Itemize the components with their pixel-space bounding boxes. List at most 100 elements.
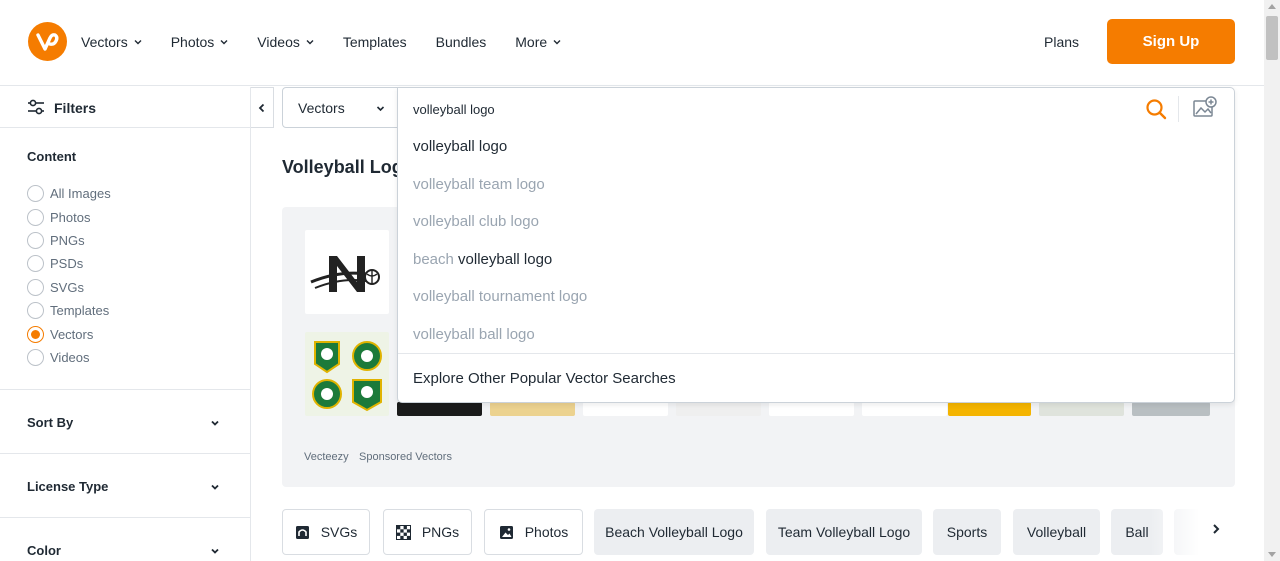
- radio-svgs[interactable]: SVGs: [27, 276, 111, 299]
- radio-button[interactable]: [27, 231, 44, 249]
- volleyball-badges-image: [312, 341, 382, 412]
- radio-button[interactable]: [27, 302, 44, 320]
- chip-svgs[interactable]: SVGs: [282, 509, 370, 555]
- chip-label: Volleyball: [1026, 524, 1087, 540]
- photo-icon: [499, 525, 513, 539]
- chip-label: Sports: [946, 524, 988, 540]
- image-search-icon[interactable]: [1193, 96, 1217, 118]
- sponsored-thumbnail[interactable]: [397, 402, 482, 416]
- content-filter-title: Content: [27, 149, 77, 164]
- scroll-down-arrow-icon[interactable]: [1268, 552, 1276, 557]
- collapse-sidebar-button[interactable]: [251, 87, 274, 128]
- radio-label: PNGs: [50, 232, 85, 248]
- nav-bundles[interactable]: Bundles: [436, 34, 487, 50]
- suggestion-match: volleyball logo: [458, 250, 553, 268]
- chevron-down-icon: [553, 40, 561, 45]
- radio-button[interactable]: [27, 208, 44, 226]
- sign-up-button[interactable]: Sign Up: [1107, 19, 1235, 64]
- radio-button[interactable]: [27, 255, 44, 273]
- radio-label: SVGs: [50, 279, 84, 295]
- nav-more[interactable]: More: [515, 34, 561, 50]
- license-type-section[interactable]: License Type: [0, 453, 251, 517]
- search-suggestion[interactable]: volleyball team logo: [413, 166, 587, 204]
- chip-pngs[interactable]: PNGs: [383, 509, 472, 555]
- sponsored-thumbnail[interactable]: [490, 402, 575, 416]
- sponsored-thumbnail[interactable]: [676, 402, 761, 416]
- sponsored-thumbnail[interactable]: [583, 402, 668, 416]
- radio-templates[interactable]: Templates: [27, 299, 111, 322]
- chip-label: Ball: [1125, 524, 1149, 540]
- suggestion-match: volleyball logo: [413, 138, 508, 156]
- sponsored-thumbnail[interactable]: [769, 402, 854, 416]
- sort-by-section[interactable]: Sort By: [0, 389, 251, 453]
- nav-label: Templates: [342, 34, 407, 50]
- nav-videos[interactable]: Videos: [257, 34, 314, 50]
- sponsored-thumbnail[interactable]: [305, 332, 389, 416]
- radio-videos[interactable]: Videos: [27, 346, 111, 369]
- nav-label: Videos: [257, 34, 300, 50]
- chevron-down-icon: [211, 548, 219, 554]
- nav-templates[interactable]: Templates: [343, 34, 407, 50]
- scroll-up-arrow-icon[interactable]: [1268, 4, 1276, 9]
- search-suggestion[interactable]: beach volleyball logo: [413, 241, 587, 279]
- chevron-right-icon[interactable]: [1211, 523, 1221, 535]
- chips-fade-overlay: [1150, 505, 1220, 561]
- suggestion-prefix: volleyball team logo: [413, 175, 545, 193]
- radio-button[interactable]: [27, 278, 44, 296]
- nav-vectors[interactable]: Vectors: [81, 34, 142, 50]
- scroll-thumb[interactable]: [1266, 16, 1278, 60]
- radio-all-images[interactable]: All Images: [27, 182, 111, 205]
- divider: [1178, 96, 1179, 122]
- suggestion-prefix: volleyball tournament logo: [413, 288, 588, 306]
- chevron-down-icon: [306, 40, 314, 45]
- chip-team-volleyball-logo[interactable]: Team Volleyball Logo: [766, 509, 922, 555]
- search-input[interactable]: volleyball logo: [413, 102, 495, 117]
- filters-header[interactable]: Filters: [0, 87, 251, 128]
- section-title: Sort By: [27, 415, 74, 430]
- chevron-down-icon: [211, 484, 219, 490]
- nav-label: Vectors: [81, 34, 128, 50]
- radio-button-checked[interactable]: [27, 325, 44, 343]
- chip-label: SVGs: [320, 524, 358, 540]
- sponsored-thumbnail[interactable]: [1039, 402, 1124, 416]
- vecteezy-logo-icon[interactable]: [28, 22, 67, 61]
- section-title: Color: [27, 543, 61, 558]
- radio-label: Vectors: [50, 326, 94, 342]
- svg-file-icon: [295, 525, 309, 539]
- sponsored-thumbnail[interactable]: [1132, 402, 1210, 416]
- sponsored-thumbnail[interactable]: [862, 402, 947, 416]
- chip-sports[interactable]: Sports: [933, 509, 1001, 555]
- color-section[interactable]: Color: [0, 517, 251, 561]
- filters-sidebar: Filters Content All Images Photos PNGs P…: [0, 87, 251, 561]
- filters-label: Filters: [54, 100, 97, 116]
- search-suggestion[interactable]: volleyball club logo: [413, 203, 587, 241]
- sponsored-label: Sponsored Vectors: [359, 451, 452, 463]
- sliders-icon: [28, 99, 44, 115]
- nav-photos[interactable]: Photos: [171, 34, 229, 50]
- plans-link[interactable]: Plans: [1044, 34, 1079, 50]
- search-suggestion[interactable]: volleyball logo: [413, 128, 587, 166]
- sponsored-thumbnail[interactable]: [305, 230, 389, 314]
- radio-button[interactable]: [27, 185, 44, 203]
- chip-beach-volleyball-logo[interactable]: Beach Volleyball Logo: [594, 509, 754, 555]
- chip-volleyball[interactable]: Volleyball: [1013, 509, 1100, 555]
- search-icon[interactable]: [1145, 98, 1167, 120]
- sponsored-thumbnail[interactable]: [948, 402, 1031, 416]
- radio-button[interactable]: [27, 348, 44, 366]
- radio-label: Templates: [50, 303, 110, 319]
- page-scrollbar[interactable]: [1264, 0, 1280, 561]
- chevron-down-icon: [134, 40, 142, 45]
- search-suggestion[interactable]: volleyball ball logo: [413, 316, 587, 354]
- radio-vectors[interactable]: Vectors: [27, 322, 111, 345]
- explore-popular-searches-link[interactable]: Explore Other Popular Vector Searches: [398, 353, 1234, 402]
- site-header: Vectors Photos Videos Templates Bundles …: [0, 0, 1264, 86]
- asset-type-select[interactable]: Vectors: [282, 87, 398, 128]
- checkerboard-icon: [395, 524, 411, 540]
- chevron-down-icon: [376, 106, 385, 112]
- radio-photos[interactable]: Photos: [27, 205, 111, 228]
- sponsor-source[interactable]: Vecteezy: [304, 451, 349, 463]
- chip-photos[interactable]: Photos: [484, 509, 583, 555]
- search-suggestion[interactable]: volleyball tournament logo: [413, 278, 587, 316]
- radio-pngs[interactable]: PNGs: [27, 229, 111, 252]
- radio-psds[interactable]: PSDs: [27, 252, 111, 275]
